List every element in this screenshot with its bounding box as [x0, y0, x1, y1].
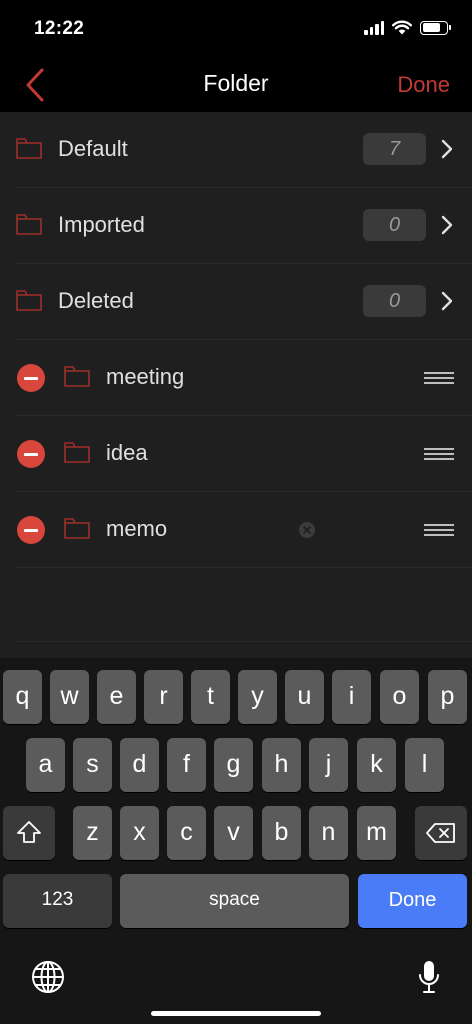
folder-icon: [16, 289, 42, 311]
key-d[interactable]: d: [120, 738, 159, 792]
key-i[interactable]: i: [332, 670, 371, 724]
folder-count-badge: 7: [363, 133, 426, 165]
backspace-key[interactable]: [415, 806, 467, 860]
folder-row-imported[interactable]: Imported 0: [0, 188, 472, 264]
folder-label: Deleted: [58, 288, 134, 314]
status-time: 12:22: [34, 18, 84, 40]
done-button[interactable]: Done: [397, 72, 450, 98]
delete-folder-button[interactable]: [17, 516, 45, 544]
key-e[interactable]: e: [97, 670, 136, 724]
folder-count-badge: 0: [363, 209, 426, 241]
key-h[interactable]: h: [262, 738, 301, 792]
cellular-signal-icon: [364, 21, 384, 35]
folder-row-memo[interactable]: memo: [0, 492, 472, 568]
folder-icon: [16, 137, 42, 159]
key-b[interactable]: b: [262, 806, 301, 860]
empty-list-row: [0, 566, 472, 642]
numbers-key[interactable]: 123: [3, 874, 112, 928]
folder-icon: [16, 213, 42, 235]
folder-icon: [64, 365, 90, 387]
folder-label: Default: [58, 136, 128, 162]
key-y[interactable]: y: [238, 670, 277, 724]
key-c[interactable]: c: [167, 806, 206, 860]
globe-icon[interactable]: [31, 960, 65, 994]
key-u[interactable]: u: [285, 670, 324, 724]
folder-row-deleted[interactable]: Deleted 0: [0, 264, 472, 340]
key-g[interactable]: g: [214, 738, 253, 792]
folder-icon: [64, 517, 90, 539]
key-f[interactable]: f: [167, 738, 206, 792]
folder-label: meeting: [106, 364, 184, 390]
microphone-icon[interactable]: [418, 960, 440, 994]
navigation-bar: Folder Done: [0, 58, 472, 112]
key-x[interactable]: x: [120, 806, 159, 860]
key-s[interactable]: s: [73, 738, 112, 792]
battery-icon: [420, 21, 448, 35]
key-v[interactable]: v: [214, 806, 253, 860]
folder-label: idea: [106, 440, 148, 466]
chevron-right-icon: [438, 214, 456, 236]
status-icons: [364, 20, 448, 35]
delete-folder-button[interactable]: [17, 364, 45, 392]
home-indicator[interactable]: [151, 1011, 321, 1016]
wifi-icon: [392, 20, 412, 35]
key-z[interactable]: z: [73, 806, 112, 860]
key-j[interactable]: j: [309, 738, 348, 792]
key-k[interactable]: k: [357, 738, 396, 792]
key-q[interactable]: q: [3, 670, 42, 724]
key-r[interactable]: r: [144, 670, 183, 724]
shift-icon: [16, 820, 42, 844]
shift-key[interactable]: [3, 806, 55, 860]
folder-label: Imported: [58, 212, 145, 238]
delete-folder-button[interactable]: [17, 440, 45, 468]
folder-row-meeting[interactable]: meeting: [0, 340, 472, 416]
key-m[interactable]: m: [357, 806, 396, 860]
folder-row-default[interactable]: Default 7: [0, 112, 472, 188]
status-bar: 12:22: [0, 0, 472, 58]
key-l[interactable]: l: [405, 738, 444, 792]
folder-name-input[interactable]: memo: [106, 516, 167, 542]
key-t[interactable]: t: [191, 670, 230, 724]
folder-list: Default 7 Imported 0 Deleted 0 me: [0, 112, 472, 658]
row-divider: [16, 641, 472, 642]
keyboard: q w e r t y u i o p a s d f g h j k l z …: [0, 658, 472, 1024]
chevron-right-icon: [438, 138, 456, 160]
key-n[interactable]: n: [309, 806, 348, 860]
chevron-right-icon: [438, 290, 456, 312]
reorder-handle-icon[interactable]: [424, 522, 454, 538]
key-p[interactable]: p: [428, 670, 467, 724]
key-w[interactable]: w: [50, 670, 89, 724]
space-key[interactable]: space: [120, 874, 349, 928]
reorder-handle-icon[interactable]: [424, 370, 454, 386]
key-o[interactable]: o: [380, 670, 419, 724]
backspace-icon: [426, 822, 456, 844]
reorder-handle-icon[interactable]: [424, 446, 454, 462]
clear-text-icon[interactable]: [298, 521, 316, 539]
folder-icon: [64, 441, 90, 463]
keyboard-done-key[interactable]: Done: [358, 874, 467, 928]
key-a[interactable]: a: [26, 738, 65, 792]
folder-count-badge: 0: [363, 285, 426, 317]
folder-row-idea[interactable]: idea: [0, 416, 472, 492]
